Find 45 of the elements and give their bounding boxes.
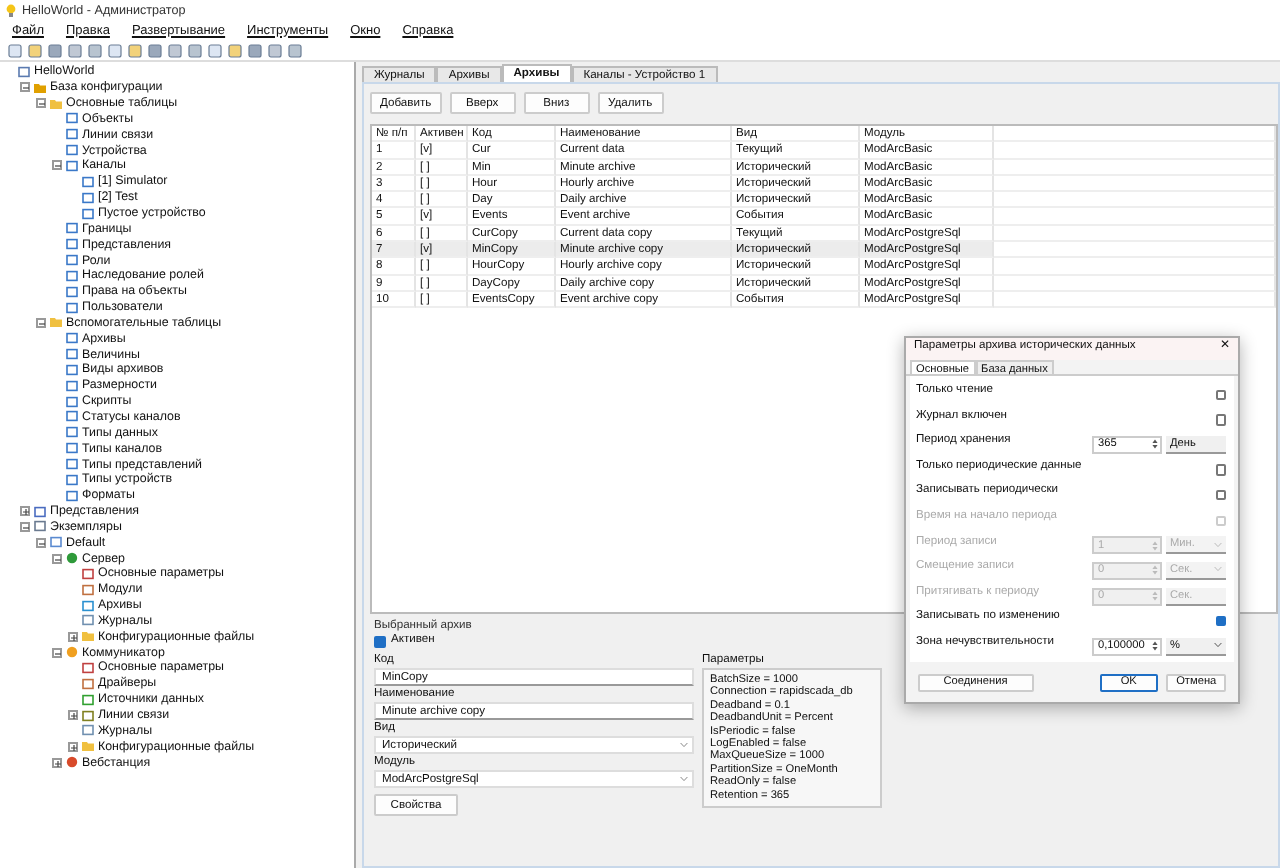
instances-icon [34,520,46,533]
checkbox[interactable] [1215,464,1226,476]
views-icon [34,505,46,518]
checkbox[interactable] [374,636,385,648]
spin-arrows-icon[interactable] [1152,640,1158,653]
collapse-toggle[interactable] [52,647,62,658]
lightbulb-icon [6,3,16,17]
folder-icon [82,630,94,643]
modules-icon [82,677,94,690]
folder-icon [50,97,62,110]
web-icon [66,756,78,769]
sun-icon [66,646,78,659]
expand-toggle[interactable] [68,631,78,642]
checkbox[interactable] [1215,615,1226,627]
chevron-down-icon[interactable] [1214,642,1222,649]
expand-toggle[interactable] [20,506,30,517]
journal-icon [82,614,94,627]
checkbox[interactable] [1215,489,1226,501]
parameters-icon [82,661,94,674]
collapse-toggle[interactable] [36,317,46,328]
collapse-toggle[interactable] [52,553,62,564]
globe-icon [66,552,78,565]
archive-icon [82,599,94,612]
expand-toggle[interactable] [68,741,78,752]
collapse-toggle[interactable] [20,521,30,532]
lines-icon [82,709,94,722]
source-icon [82,693,94,706]
checkbox[interactable] [1215,389,1226,401]
journal-icon [82,724,94,737]
chevron-down-icon[interactable] [680,776,688,782]
expand-toggle[interactable] [68,710,78,721]
folder-icon [82,740,94,753]
parameters-icon [82,567,94,580]
collapse-toggle[interactable] [20,82,30,93]
chevron-down-icon[interactable] [680,742,688,748]
expand-toggle[interactable] [52,757,62,768]
folder-icon [50,316,62,329]
device-icon [50,536,62,549]
collapse-toggle[interactable] [52,160,62,171]
modules-icon [82,583,94,596]
spin-arrows-icon[interactable] [1152,438,1158,451]
database-icon [34,81,46,94]
collapse-toggle[interactable] [36,537,46,548]
collapse-toggle[interactable] [36,98,46,109]
checkbox[interactable] [1215,414,1226,426]
